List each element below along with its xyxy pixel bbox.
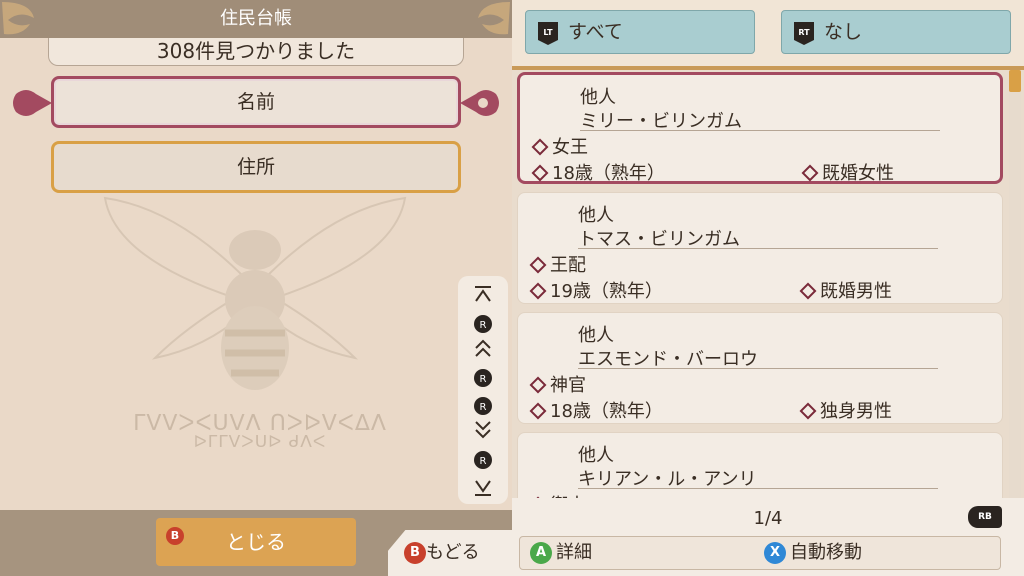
resident-role: 女王 [530,133,588,159]
svg-text:R: R [480,320,487,331]
diamond-icon [801,164,819,182]
filter-bar: LT すべて RT なし [512,0,1024,66]
svg-text:LT: LT [543,28,553,37]
list-scrollbar[interactable] [1009,70,1021,498]
diamond-icon [799,402,817,420]
x-button-icon: X [764,542,786,564]
svg-text:RT: RT [798,28,810,37]
diamond-icon [529,282,547,300]
scroll-controls: R R R R [458,276,508,504]
resident-age: 19歳（熟年） [528,277,663,303]
svg-text:R: R [480,456,487,467]
scroll-top-icon[interactable] [471,284,495,304]
action-bar: A 詳細 X 自動移動 [519,536,1001,570]
resident-status: 独身男性 [798,397,892,423]
resident-role: 神官 [528,371,586,397]
resident-status: 既婚女性 [800,159,894,185]
flourish-icon [460,90,499,116]
scroll-bottom-icon[interactable] [471,478,495,498]
right-stick-icon: R [474,397,492,415]
filter-all-button[interactable]: LT すべて [525,10,755,54]
back-button[interactable]: B もどる [388,530,512,576]
corner-ornament-icon [2,2,34,35]
resident-card[interactable]: 他人 トマス・ビリンガム 王配 19歳（熟年） 既婚男性 [517,192,1003,304]
back-button-label: もどる [426,542,480,563]
svg-text:R: R [480,402,487,413]
b-button-icon: B [404,542,426,564]
filter-all-label: すべて [568,21,623,43]
list-scrollbar-thumb[interactable] [1009,70,1021,92]
resident-role: 衛士 [528,491,586,498]
resident-age: 18歳（熟年） [530,159,665,185]
results-count: 308件見つかりました [48,38,464,66]
diamond-icon [799,282,817,300]
flourish-icon [13,90,52,116]
diamond-icon [531,138,549,156]
details-action[interactable]: A 詳細 [530,541,592,565]
resident-category: 他人 [578,325,614,346]
a-button-icon: A [530,542,552,564]
svg-text:R: R [480,374,487,385]
lt-trigger-icon: LT [538,21,558,45]
b-button-icon: B [166,527,184,545]
divider [578,248,938,249]
details-label: 詳細 [556,542,592,563]
divider [580,130,940,131]
diamond-icon [531,164,549,182]
resident-card[interactable]: 他人 ミリー・ビリンガム 女王 18歳（熟年） 既婚女性 [517,72,1003,184]
sort-by-address-button[interactable]: 住所 [51,141,461,193]
auto-move-label: 自動移動 [790,542,862,563]
diamond-icon [529,402,547,420]
page-indicator: 1/4 [753,508,783,529]
faded-motto-line2: ᐅᒪᒪᐱᐳᑎᐅ ᑫᐯᐸ [193,430,327,450]
bee-emblem-icon [103,196,407,390]
divider [578,488,938,489]
resident-card[interactable]: 他人 キリアン・ル・アンリ 衛士 [517,432,1003,498]
resident-card[interactable]: 他人 エスモンド・バーロウ 神官 18歳（熟年） 独身男性 [517,312,1003,424]
sort-by-name-button[interactable]: 名前 [51,76,461,128]
page-down-icon[interactable] [471,420,495,440]
close-button[interactable]: B とじる [156,518,356,566]
auto-move-action[interactable]: X 自動移動 [764,541,862,565]
diamond-icon [529,256,547,274]
resident-role: 王配 [528,251,586,277]
resident-category: 他人 [578,205,614,226]
resident-list: 他人 ミリー・ビリンガム 女王 18歳（熟年） 既婚女性 他人 トマス・ビリンガ… [512,66,1024,498]
right-stick-icon: R [474,315,492,333]
corner-ornament-icon [478,2,510,35]
filter-none-label: なし [824,21,863,43]
right-stick-icon: R [474,369,492,387]
page-title: 住民台帳 [0,0,512,38]
close-button-label: とじる [226,530,286,554]
left-panel: 住民台帳 308件見つかりました 名前 住所 ᒪᐱᐱᐳᐸᑎᐱᐯ ᑌᐳᐅᐱᐸᐁᐯ … [0,0,512,576]
diamond-icon [529,376,547,394]
filter-none-button[interactable]: RT なし [781,10,1011,54]
rt-trigger-icon: RT [794,21,814,45]
footer: 1/4 RB A 詳細 X 自動移動 [512,498,1024,576]
divider [578,368,938,369]
resident-category: 他人 [578,445,614,466]
rb-next-page-icon[interactable]: RB [968,506,1002,528]
page-up-icon[interactable] [471,338,495,358]
resident-category: 他人 [580,87,616,108]
right-panel: LT すべて RT なし 他人 ミリー・ビリンガム 女王 18歳（熟年） 既婚女… [512,0,1024,576]
resident-age: 18歳（熟年） [528,397,663,423]
right-stick-icon: R [474,451,492,469]
resident-status: 既婚男性 [798,277,892,303]
